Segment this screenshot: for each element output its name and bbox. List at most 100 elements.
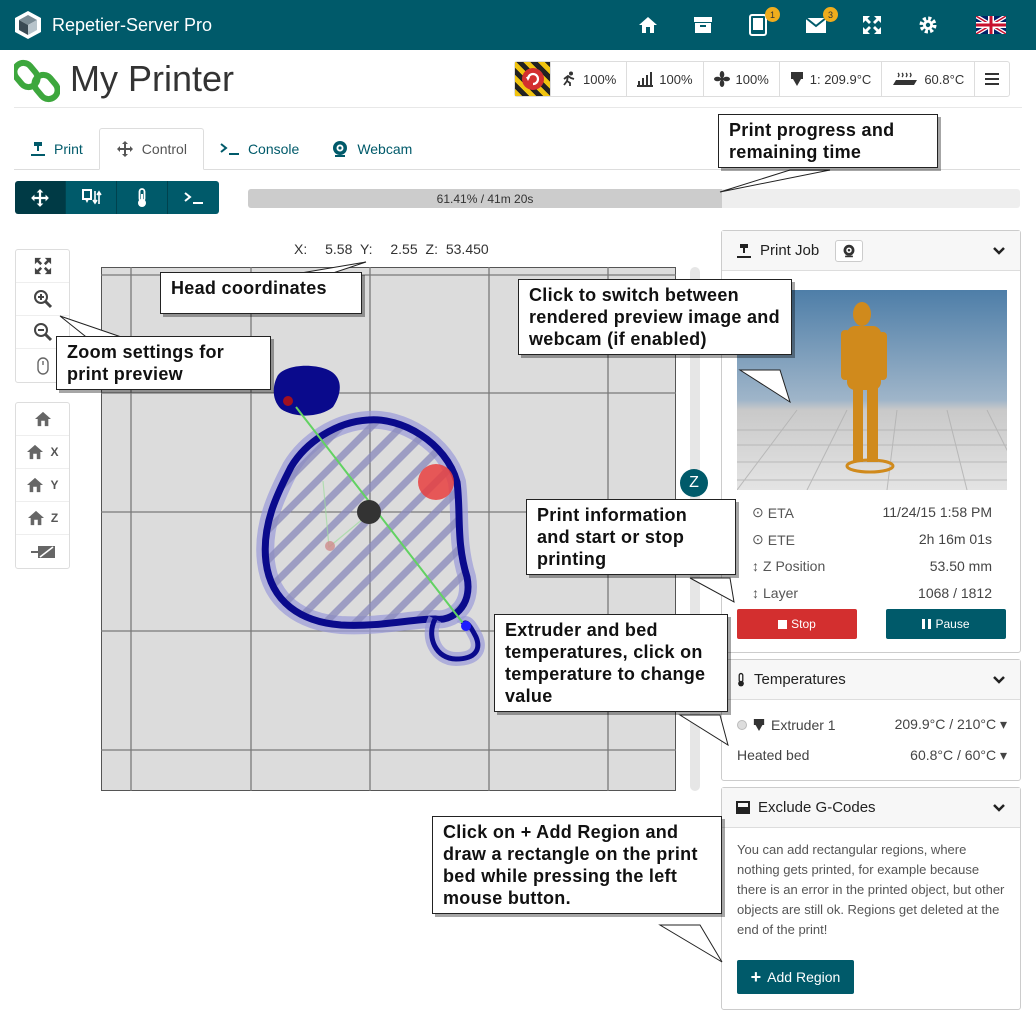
home-icon[interactable] (636, 13, 660, 37)
nozzle-position (357, 500, 381, 524)
plus-icon: + (750, 966, 762, 987)
callout-progress: Print progress and remaining time (718, 114, 938, 168)
layer-label: Layer (763, 585, 799, 601)
chevron-down-icon[interactable] (992, 675, 1006, 685)
homing-tools: X Y Z (15, 402, 70, 569)
tab-control[interactable]: Control (98, 128, 204, 170)
zpos-value: 53.50 mm (929, 558, 992, 574)
home-y-label: Y (50, 478, 59, 492)
bed-value: 60.8°C (924, 71, 965, 87)
fullscreen-icon (34, 257, 51, 275)
top-navbar: Repetier-Server Pro 1 3 (0, 0, 1036, 50)
clock-icon: ⊙ (752, 504, 764, 520)
progress-text: 61.41% / 41m 20s (436, 191, 534, 206)
bed-label: Heated bed (737, 747, 810, 763)
fit-view-button[interactable] (16, 250, 69, 283)
tab-console-label: Console (247, 141, 300, 157)
print-icon (31, 142, 45, 156)
home-icon (27, 510, 44, 526)
ete-row: ⊙ ETE 2h 16m 01s (752, 531, 992, 548)
flag-uk-icon[interactable] (976, 13, 1006, 37)
webcam-toggle-button[interactable] (835, 239, 864, 262)
eta-row: ⊙ ETA 11/24/15 1:58 PM (752, 504, 992, 521)
chevron-down-icon[interactable] (992, 803, 1006, 813)
temperatures-panel: Temperatures Extruder 1 209.9°C / 210°C … (721, 659, 1021, 781)
archive-icon[interactable] (691, 13, 715, 37)
add-region-button[interactable]: + Add Region (737, 960, 854, 994)
running-icon (563, 71, 575, 86)
print-job-header[interactable]: Print Job (722, 231, 1020, 271)
y-label: Y: (360, 241, 373, 257)
bed-temp-text: 60.8°C / 60°C (910, 747, 997, 763)
tablet-icon[interactable]: 1 (746, 7, 780, 37)
vertical-arrows-icon: ↕ (752, 558, 759, 574)
fullscreen-icon[interactable] (860, 13, 884, 37)
brand[interactable]: Repetier-Server Pro (14, 10, 212, 40)
extruder-icon (753, 718, 765, 731)
printed-figure (841, 302, 895, 474)
extruder-control-icon (82, 188, 102, 204)
callout-zoom: Zoom settings for print preview (56, 336, 271, 390)
control-mode-group (15, 181, 219, 214)
fan-status[interactable]: 100% (704, 62, 780, 96)
z-label: Z: (425, 241, 438, 257)
emergency-stop-icon (521, 68, 544, 90)
printer-status-strip: 100% 100% 100% 1: 209.9°C 60.8°C (514, 61, 1011, 97)
eta-value: 11/24/15 1:58 PM (882, 504, 992, 520)
move-mode-button[interactable] (15, 181, 66, 214)
tab-console[interactable]: Console (204, 128, 315, 170)
speed-status[interactable]: 100% (551, 62, 628, 96)
home-all-button[interactable] (16, 403, 69, 436)
tab-print[interactable]: Print (14, 128, 99, 170)
callout-add-region: Click on + Add Region and draw a rectang… (432, 816, 722, 914)
faint-marker (325, 541, 335, 551)
eta-label: ETA (767, 504, 794, 521)
pause-button[interactable]: Pause (886, 609, 1006, 639)
extruder-mode-button[interactable] (66, 181, 117, 214)
temperature-mode-button[interactable] (117, 181, 168, 214)
home-y-button[interactable]: Y (16, 469, 69, 502)
home-x-button[interactable]: X (16, 436, 69, 469)
webcam-icon (333, 141, 348, 157)
console-mode-button[interactable] (168, 181, 219, 214)
x-label: X: (294, 241, 308, 257)
add-region-label: Add Region (767, 969, 841, 985)
exclude-title: Exclude G-Codes (758, 799, 876, 816)
zoom-out-icon (33, 323, 52, 342)
hamburger-icon (985, 73, 1000, 85)
stop-label: Stop (791, 617, 816, 631)
home-icon (27, 477, 44, 493)
home-z-button[interactable]: Z (16, 502, 69, 535)
terminal-icon (220, 143, 239, 155)
stop-button[interactable]: Stop (737, 609, 857, 639)
bed-temp-value[interactable]: 60.8°C / 60°C ▾ (910, 747, 1007, 764)
callout-temperatures: Extruder and bed temperatures, click on … (494, 614, 728, 712)
motors-off-button[interactable] (16, 535, 69, 568)
exclude-header[interactable]: Exclude G-Codes (722, 788, 1020, 828)
exclude-description: You can add rectangular regions, where n… (737, 842, 1005, 937)
emergency-stop-button[interactable] (515, 62, 551, 96)
menu-button[interactable] (975, 62, 1009, 96)
extruder-icon (790, 72, 803, 86)
tab-control-label: Control (141, 141, 187, 157)
mail-icon[interactable]: 3 (804, 7, 838, 37)
extruder-status[interactable]: 1: 209.9°C (780, 62, 883, 96)
page-title: My Printer (70, 58, 235, 99)
extruder-temp-value[interactable]: 209.9°C / 210°C ▾ (895, 716, 1007, 733)
tab-webcam[interactable]: Webcam (315, 128, 428, 170)
tablet-badge: 1 (765, 7, 780, 22)
flow-status[interactable]: 100% (627, 62, 704, 96)
ete-value: 2h 16m 01s (918, 531, 992, 547)
bed-status[interactable]: 60.8°C (882, 62, 976, 96)
print-icon (737, 243, 751, 258)
temperatures-header[interactable]: Temperatures (722, 660, 1020, 700)
z-slider-handle[interactable]: Z (680, 469, 708, 497)
zoom-in-button[interactable] (16, 283, 69, 316)
gear-icon[interactable] (916, 13, 940, 37)
x-value: 5.58 (325, 241, 353, 257)
home-z-label: Z (50, 511, 59, 525)
chevron-down-icon[interactable] (992, 246, 1006, 256)
blob-dot (283, 396, 293, 406)
extruder-radio[interactable] (737, 719, 747, 730)
callout-print-info: Print information and start or stop prin… (526, 499, 736, 575)
